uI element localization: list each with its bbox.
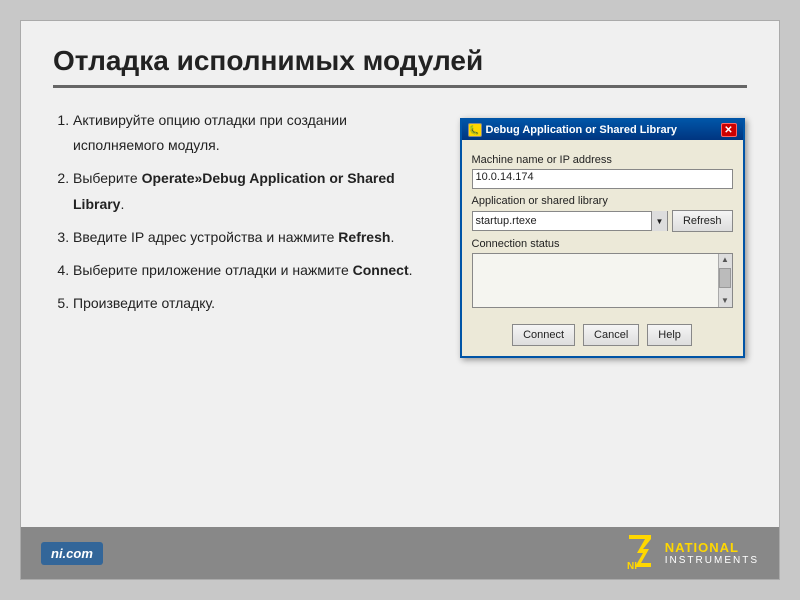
connection-status-label: Connection status — [472, 238, 733, 250]
svg-text:NI: NI — [627, 561, 637, 571]
dialog-titlebar: 🐛 Debug Application or Shared Library ✕ — [462, 120, 743, 140]
ni-logo-icon: NI — [623, 535, 659, 571]
app-label: Application or shared library — [472, 195, 733, 207]
company-name-line1: NATIONAL — [665, 540, 739, 556]
dialog-footer: Connect Cancel Help — [462, 316, 743, 356]
slide: Отладка исполнимых модулей Активируйте о… — [20, 20, 780, 580]
scrollbar-vertical[interactable]: ▲ ▼ — [718, 254, 732, 307]
machine-label: Machine name or IP address — [472, 154, 733, 166]
dropdown-arrow-icon: ▼ — [651, 211, 667, 231]
company-name-line2: INSTRUMENTS — [665, 555, 759, 566]
step-4: Выберите приложение отладки и нажмите Co… — [73, 258, 437, 283]
dialog-body: Machine name or IP address 10.0.14.174 A… — [462, 140, 743, 316]
app-dropdown[interactable]: startup.rtexe ▼ — [472, 211, 668, 231]
dialog-title: Debug Application or Shared Library — [486, 124, 678, 136]
ni-com-badge: ni.com — [41, 542, 103, 565]
ni-logo-text-block: NATIONAL INSTRUMENTS — [665, 540, 759, 567]
step-5: Произведите отладку. — [73, 291, 437, 316]
app-field-row: startup.rtexe ▼ Refresh — [472, 210, 733, 232]
machine-input[interactable]: 10.0.14.174 — [472, 169, 733, 189]
connect-button[interactable]: Connect — [512, 324, 575, 346]
debug-dialog: 🐛 Debug Application or Shared Library ✕ … — [460, 118, 745, 358]
help-button[interactable]: Help — [647, 324, 692, 346]
slide-footer: ni.com NI NATIONAL INSTRUMENTS — [21, 527, 779, 579]
dialog-area: 🐛 Debug Application or Shared Library ✕ … — [457, 108, 747, 519]
dialog-close-button[interactable]: ✕ — [721, 123, 737, 137]
slide-content: Активируйте опцию отладки при создании и… — [53, 108, 747, 519]
cancel-button[interactable]: Cancel — [583, 324, 639, 346]
refresh-button[interactable]: Refresh — [672, 210, 733, 232]
scroll-thumb[interactable] — [719, 268, 731, 288]
connection-status-box: ▲ ▼ — [472, 253, 733, 308]
titlebar-left: 🐛 Debug Application or Shared Library — [468, 123, 678, 137]
step-3: Введите IP адрес устройства и нажмите Re… — [73, 225, 437, 250]
slide-title: Отладка исполнимых модулей — [53, 45, 747, 88]
steps-ordered-list: Активируйте опцию отладки при создании и… — [73, 108, 437, 316]
dialog-app-icon: 🐛 — [468, 123, 482, 137]
ni-logo: NI NATIONAL INSTRUMENTS — [623, 535, 759, 571]
step-1: Активируйте опцию отладки при создании и… — [73, 108, 437, 158]
instructions-list: Активируйте опцию отладки при создании и… — [53, 108, 437, 519]
step-2: Выберите Operate»Debug Application or Sh… — [73, 166, 437, 216]
scroll-up-arrow[interactable]: ▲ — [721, 256, 729, 264]
scroll-down-arrow[interactable]: ▼ — [721, 297, 729, 305]
